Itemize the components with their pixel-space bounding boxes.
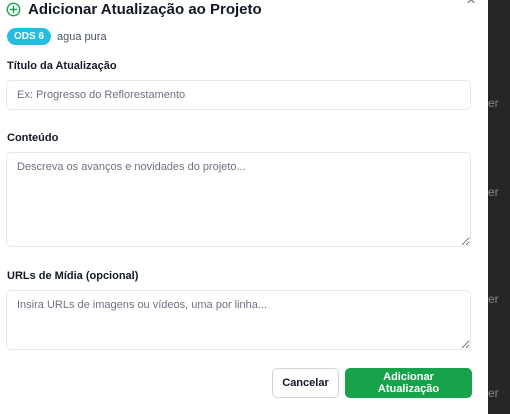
background-page (488, 0, 510, 414)
content-textarea[interactable] (6, 152, 471, 247)
background-text: er (488, 386, 499, 400)
dialog-title: Adicionar Atualização ao Projeto (28, 1, 262, 18)
dialog-header: Adicionar Atualização ao Projeto (6, 1, 262, 18)
background-text: er (488, 185, 499, 199)
close-icon[interactable]: × (463, 0, 479, 9)
sdg-badge: ODS 6 (7, 28, 52, 45)
add-update-button[interactable]: Adicionar Atualização (345, 368, 472, 398)
title-field-label: Título da Atualização (7, 60, 117, 72)
content-field-label: Conteúdo (7, 132, 59, 144)
background-text: er (488, 96, 499, 110)
cancel-button[interactable]: Cancelar (272, 368, 339, 398)
update-title-input[interactable] (6, 80, 471, 110)
media-urls-textarea[interactable] (6, 290, 471, 350)
project-meta: ODS 6 agua pura (7, 28, 107, 45)
project-name: agua pura (57, 30, 107, 43)
media-urls-label: URLs de Mídia (opcional) (7, 270, 139, 282)
background-text: er (488, 292, 499, 306)
add-update-dialog: × Adicionar Atualização ao Projeto ODS 6… (0, 0, 488, 414)
plus-circle-icon (6, 2, 21, 17)
